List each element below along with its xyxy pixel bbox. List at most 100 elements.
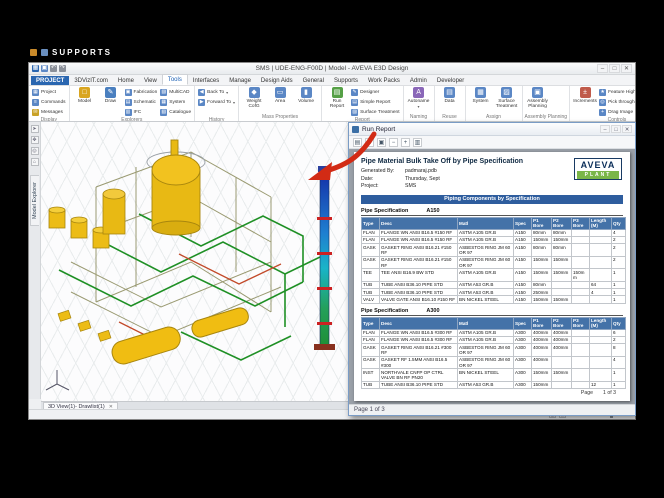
table-cell: TEE	[362, 269, 380, 282]
col-p3-bore: P3 Bore	[572, 317, 590, 329]
ribbon-button-data[interactable]: ▤Data	[438, 87, 462, 104]
table-cell: 2	[612, 256, 626, 269]
app-icon[interactable]: ▦	[32, 65, 39, 72]
ribbon-tab-tools[interactable]: Tools	[162, 74, 188, 85]
print-preview-area[interactable]: Pipe Material Bulk Take Off by Pipe Spec…	[349, 149, 635, 404]
model-explorer-tab[interactable]: Model Explorer	[30, 175, 39, 226]
save-icon[interactable]: ▣	[41, 65, 48, 72]
button-label: Fabrication	[134, 90, 158, 95]
table-cell: 150mm	[552, 269, 572, 282]
export-icon[interactable]: ▥	[413, 138, 422, 147]
logo-product: PLANT	[577, 171, 619, 179]
ribbon-button-area[interactable]: ▭Area	[268, 87, 292, 104]
ribbon-button-volume[interactable]: ▮Volume	[294, 87, 318, 104]
ribbon-button-messages[interactable]: ✉Messages	[32, 107, 66, 117]
home-view-icon[interactable]: ⌂	[31, 158, 39, 166]
ribbon-button-forward-to[interactable]: ▶Forward To▾	[198, 97, 235, 107]
table-cell: A300	[514, 369, 532, 382]
table-cell: VALV	[362, 296, 380, 303]
print-icon[interactable]: ▤	[353, 138, 362, 147]
ribbon-group-label: Mass Properties	[239, 114, 321, 121]
button-label: Model	[78, 99, 91, 104]
ribbon-button-commands[interactable]: ≡Commands	[32, 97, 66, 107]
ribbon-tab-developer[interactable]: Developer	[432, 76, 469, 85]
ribbon-tab-design-aids[interactable]: Design Aids	[256, 76, 298, 85]
ribbon-tab-manage[interactable]: Manage	[224, 76, 256, 85]
zoom-tool-icon[interactable]: ◎	[31, 147, 39, 155]
button-label: MultiCAD	[169, 90, 189, 95]
print-preview-toolbar: ▤⚙▣−+▥	[349, 136, 635, 149]
report-titlebar[interactable]: Run Report – □ ✕	[349, 123, 635, 136]
table-cell: TUBE ANSI B36.10 PIPE STD	[380, 381, 458, 388]
zoom-in-icon[interactable]: +	[401, 138, 410, 147]
maximize-button[interactable]: □	[609, 64, 620, 73]
ribbon-button-project[interactable]: ▦Project	[32, 87, 66, 97]
ribbon-button-catalogue[interactable]: ▧Catalogue	[160, 107, 191, 117]
ribbon-button-simple-report[interactable]: ▤Simple Report	[351, 97, 399, 107]
ribbon-group-reuse: ▤DataReuse	[435, 86, 466, 121]
ribbon-button-draw[interactable]: ✎Draw	[99, 87, 123, 104]
ribbon-button-increments[interactable]: ±Increments	[573, 87, 597, 104]
table-row: INSTNORTHVALE CNFP OP CTRL VALVE BN RF P…	[362, 369, 626, 382]
ribbon-button-back-to[interactable]: ◀Back To▾	[198, 87, 235, 97]
ribbon-tab-supports[interactable]: Supports	[329, 76, 363, 85]
ribbon-button-weight-cofg[interactable]: ◆Weight CofG	[242, 87, 266, 109]
table-cell: GASK	[362, 244, 380, 257]
ribbon-tab-3dvizit-com[interactable]: 3DVizIT.com	[69, 76, 113, 85]
minimize-button[interactable]: –	[597, 64, 608, 73]
ribbon-button-system[interactable]: ▦System	[160, 97, 191, 107]
report-minimize-button[interactable]: –	[600, 125, 610, 133]
zoom-out-icon[interactable]: −	[389, 138, 398, 147]
ribbon-tab-home[interactable]: Home	[113, 76, 139, 85]
undo-icon[interactable]: ↶	[50, 65, 57, 72]
app-titlebar[interactable]: ▦ ▣ ↶ ↷ SMS | UDE-ENG-F00D | Model - AVE…	[29, 63, 635, 75]
report-close-button[interactable]: ✕	[622, 125, 632, 133]
ribbon-button-ifc[interactable]: ▥IFC	[125, 107, 158, 117]
ribbon-button-run-report[interactable]: ▤Run Report	[325, 87, 349, 109]
ribbon-tab-view[interactable]: View	[139, 76, 162, 85]
close-button[interactable]: ✕	[621, 64, 632, 73]
ribbon-button-multicad[interactable]: ▨MultiCAD	[160, 87, 191, 97]
table-cell: 80mm	[552, 244, 572, 257]
ribbon-tab-admin[interactable]: Admin	[405, 76, 432, 85]
area-icon: ▭	[275, 87, 286, 98]
col-length-m: Length (M)	[590, 217, 612, 229]
table-cell: ASTM A53 GR.B	[458, 381, 514, 388]
report-maximize-button[interactable]: □	[611, 125, 621, 133]
ribbon-tab-general[interactable]: General	[298, 76, 329, 85]
ribbon-button-autoname[interactable]: AAutoname▾	[407, 87, 431, 109]
button-label: Drag Image	[608, 110, 633, 115]
ribbon-button-feature-highlight[interactable]: ★Feature Highlight	[599, 87, 635, 97]
table-cell: FLANGE WN ANSI B16.5 #300 RF	[380, 336, 458, 343]
pan-icon[interactable]: ✥	[31, 136, 39, 144]
table-cell: ASBESTOS RING JM 60 OR 97	[458, 356, 514, 369]
ribbon-button-assembly-planning[interactable]: ▣Assembly Planning	[526, 87, 550, 109]
button-label: Weight CofG	[242, 99, 266, 109]
redo-icon[interactable]: ↷	[59, 65, 66, 72]
designer-icon: ✎	[351, 89, 358, 96]
ribbon-button-system[interactable]: ▦System	[469, 87, 493, 104]
ribbon-tab-project[interactable]: PROJECT	[31, 76, 69, 85]
ribbon-button-drag-image[interactable]: +Drag Image	[599, 107, 635, 117]
cursor-icon[interactable]: ➤	[31, 125, 39, 133]
table-cell: 150mm	[532, 256, 552, 269]
assembly-planning-icon: ▣	[532, 87, 543, 98]
ribbon-button-model[interactable]: □Model	[73, 87, 97, 104]
simple-report-icon: ▤	[351, 99, 358, 106]
table-cell: ASTM A105 GR.B	[458, 229, 514, 236]
copy-icon[interactable]: ▣	[377, 138, 386, 147]
table-cell: A150	[514, 289, 532, 296]
ribbon-button-designer[interactable]: ✎Designer	[351, 87, 399, 97]
table-cell: 8	[612, 344, 626, 357]
ribbon-button-schematic[interactable]: ▤Schematic	[125, 97, 158, 107]
page-setup-icon[interactable]: ⚙	[365, 138, 374, 147]
ribbon-button-pick-through-translucent[interactable]: ◎Pick through Translucent	[599, 97, 635, 107]
table-row: TUBTUBE ANSI B36.10 PIPE STDASTM A53 GR.…	[362, 289, 626, 296]
ribbon-button-fabrication[interactable]: ▣Fabrication	[125, 87, 158, 97]
ribbon-button-surface-treatment[interactable]: ▨Surface Treatment	[495, 87, 519, 109]
left-toolbar: ➤ ✥ ◎ ⌂ Model Explorer	[29, 122, 41, 399]
ribbon-tab-work-packs[interactable]: Work Packs	[363, 76, 405, 85]
ribbon-button-surface-treatment[interactable]: ▨Surface Treatment	[351, 107, 399, 117]
ribbon-tab-interfaces[interactable]: Interfaces	[188, 76, 224, 85]
table-cell: 1	[612, 289, 626, 296]
